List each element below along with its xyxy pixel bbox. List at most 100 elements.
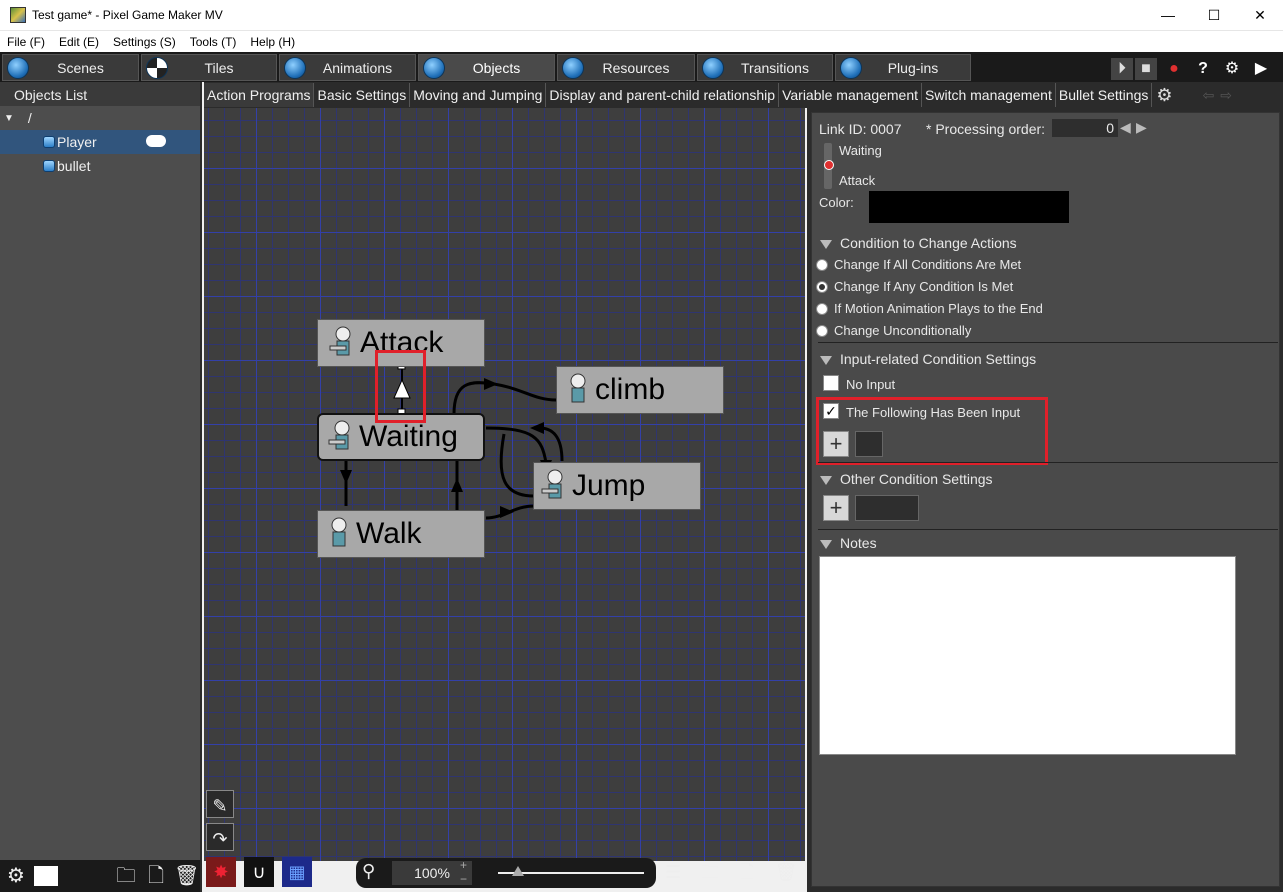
other-condition-field[interactable] [855, 495, 919, 521]
record-icon[interactable]: ● [1163, 58, 1185, 80]
tab-switch-management[interactable]: Switch management [922, 83, 1056, 107]
tab-plugins[interactable]: Plug-ins [835, 54, 971, 81]
radio-motion-end[interactable] [816, 303, 828, 315]
menu-bar: File (F) Edit (E) Settings (S) Tools (T)… [0, 31, 1283, 52]
gear-icon[interactable]: ⚙ [1221, 58, 1243, 80]
processing-order-value[interactable]: 0 [1052, 119, 1118, 137]
no-input-checkbox[interactable] [823, 375, 839, 391]
tab-bullet-settings[interactable]: Bullet Settings [1056, 83, 1153, 107]
condition-change-header[interactable]: Condition to Change Actions [820, 235, 1017, 251]
radio-unconditionally[interactable] [816, 325, 828, 337]
section-title: Input-related Condition Settings [840, 351, 1037, 367]
gear-icon[interactable]: ⚙ [4, 864, 28, 888]
add-object-icon[interactable]: 🗋 [144, 864, 168, 888]
paint-splat-icon[interactable]: ✸ [206, 857, 236, 887]
arrow-left-icon[interactable]: ⇦ [1203, 87, 1215, 104]
tab-objects[interactable]: Objects [418, 54, 555, 81]
minimize-button[interactable]: — [1145, 0, 1191, 31]
tab-label: Transitions [741, 59, 809, 76]
notes-header[interactable]: Notes [820, 535, 877, 551]
tab-display-parent-child[interactable]: Display and parent-child relationship [546, 83, 780, 107]
maximize-button[interactable]: ☐ [1191, 0, 1237, 31]
zoom-bar: ⚲ 100% + − [356, 858, 656, 888]
node-jump[interactable]: Jump [533, 462, 701, 510]
link-settings-panel: Link ID: 0007 * Processing order: 0 ◀ ▶ … [807, 108, 1283, 892]
divider [818, 462, 1278, 463]
tab-variable-management[interactable]: Variable management [779, 83, 923, 107]
tab-label: Tiles [204, 59, 234, 76]
add-folder-icon[interactable]: 🗀 [695, 857, 725, 887]
tab-scenes[interactable]: Scenes [2, 54, 139, 81]
tab-resources[interactable]: Resources [557, 54, 695, 81]
input-conditions-header[interactable]: Input-related Condition Settings [820, 351, 1036, 367]
tab-label: Objects [472, 59, 521, 76]
tab-animations[interactable]: Animations [279, 54, 416, 81]
tab-action-programs[interactable]: Action Programs [204, 83, 315, 107]
objects-list-panel: Objects List ▼ / Player bullet ⚙ 🗀 🗋 🗑 [0, 82, 202, 892]
radio-label: If Motion Animation Plays to the End [834, 301, 1043, 316]
magnet-icon[interactable]: ∪ [244, 857, 274, 887]
tree-item-label: bullet [57, 158, 91, 174]
highlight-selected-link [375, 350, 426, 423]
arrow-right-icon[interactable]: ⇨ [1220, 87, 1232, 104]
menu-file[interactable]: File (F) [0, 35, 52, 49]
add-action-icon[interactable]: 🗋 [732, 857, 762, 887]
action-program-canvas[interactable]: Attack climb Waiting Jump Walk ✎ ↷ [204, 108, 805, 861]
collapse-triangle-icon [820, 239, 832, 249]
zoom-in-icon[interactable]: + [460, 858, 467, 872]
tab-label: Scenes [57, 59, 104, 76]
list-icon[interactable]: ☰ [658, 857, 688, 887]
add-folder-icon[interactable]: 🗀 [114, 864, 138, 888]
arrowhead [530, 422, 544, 434]
highlight-following-input [816, 397, 1048, 465]
tab-basic-settings[interactable]: Basic Settings [314, 83, 411, 107]
trash-icon[interactable]: 🗑 [771, 857, 801, 887]
collapse-triangle-icon [820, 475, 832, 485]
link-color-swatch[interactable] [869, 191, 1069, 223]
tab-moving-jumping[interactable]: Moving and Jumping [410, 83, 547, 107]
link-waiting-climb [452, 381, 557, 415]
play-test-icon[interactable]: ⏵ [1111, 58, 1133, 80]
notes-textarea[interactable] [819, 556, 1236, 755]
node-label: climb [595, 373, 666, 406]
color-label: Color: [819, 195, 854, 210]
app-icon [10, 7, 26, 23]
expand-arrow-icon[interactable]: ▼ [4, 113, 14, 124]
link-direction-marker [824, 160, 834, 170]
run-icon[interactable]: ▶ [1250, 58, 1272, 80]
gear-icon[interactable]: ⚙ [1156, 85, 1172, 106]
tree-item-bullet[interactable]: bullet [0, 154, 200, 178]
zoom-out-icon[interactable]: − [460, 872, 467, 886]
trash-icon[interactable]: 🗑 [174, 864, 199, 888]
stop-icon[interactable]: ■ [1135, 58, 1157, 80]
increment-icon[interactable]: ▶ [1136, 119, 1147, 136]
curve-link-icon[interactable]: ↷ [206, 823, 234, 851]
menu-tools[interactable]: Tools (T) [183, 35, 244, 49]
decrement-icon[interactable]: ◀ [1120, 119, 1131, 136]
radio-any-condition[interactable] [816, 281, 828, 293]
tree-item-player[interactable]: Player [0, 130, 200, 154]
character-sprite-icon [540, 467, 570, 505]
folder-window-icon[interactable] [34, 866, 58, 886]
close-button[interactable]: ✕ [1237, 0, 1283, 31]
tab-transitions[interactable]: Transitions [697, 54, 833, 81]
other-conditions-header[interactable]: Other Condition Settings [820, 471, 993, 487]
pencil-icon[interactable]: ✎ [206, 790, 234, 818]
link-from: Waiting [839, 143, 882, 158]
node-climb[interactable]: climb [556, 366, 724, 414]
zoom-slider-thumb[interactable] [512, 866, 524, 876]
section-title: Notes [840, 535, 877, 551]
menu-settings[interactable]: Settings (S) [106, 35, 183, 49]
section-title: Other Condition Settings [840, 471, 993, 487]
add-condition-button[interactable]: + [823, 495, 849, 521]
radio-all-conditions[interactable] [816, 259, 828, 271]
tree-root[interactable]: ▼ / [0, 106, 200, 130]
menu-edit[interactable]: Edit (E) [52, 35, 106, 49]
help-icon[interactable]: ? [1192, 58, 1214, 80]
title-bar: Test game* - Pixel Game Maker MV — ☐ ✕ [0, 0, 1283, 31]
node-walk[interactable]: Walk [317, 510, 485, 558]
menu-help[interactable]: Help (H) [243, 35, 302, 49]
tab-tiles[interactable]: Tiles [141, 54, 277, 81]
arrowhead [340, 470, 352, 484]
grid-icon[interactable]: ▦ [282, 857, 312, 887]
